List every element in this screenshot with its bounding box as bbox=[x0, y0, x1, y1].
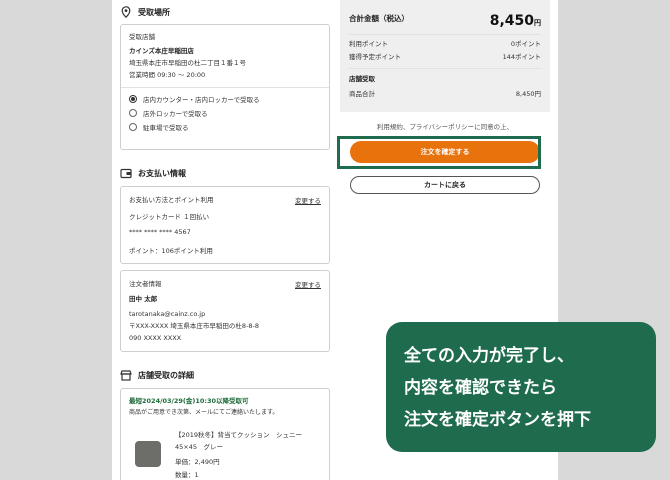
orderer-box: 注文者情報 変更する 田中 太郎 tarotanaka@cainz.co.jp … bbox=[120, 270, 330, 352]
radio-icon[interactable] bbox=[129, 123, 137, 131]
orderer-phone: 090 XXXX XXXX bbox=[129, 334, 182, 342]
store-hours: 営業時間 09:30 ～ 20:00 bbox=[129, 71, 206, 79]
pickup-option-label: 店内カウンター・店内ロッカーで受取る bbox=[143, 96, 260, 104]
product-thumbnail[interactable] bbox=[135, 441, 161, 467]
orderer-name: 田中 太郎 bbox=[129, 295, 158, 303]
pickup-section-header: 受取場所 bbox=[120, 0, 330, 24]
total-unit: 円 bbox=[534, 18, 541, 27]
subtotal-label: 商品合計 bbox=[349, 90, 375, 98]
store-pickup-section-title: 店舗受取の詳細 bbox=[138, 370, 194, 380]
payment-box: お支払い方法とポイント利用 変更する クレジットカード １回払い **** **… bbox=[120, 186, 330, 264]
pickup-section-title: 受取場所 bbox=[138, 7, 170, 17]
payment-change-link[interactable]: 変更する bbox=[295, 195, 321, 205]
pickup-option-parking[interactable]: 駐車場で受取る bbox=[129, 120, 321, 134]
store-address: 埼玉県本庄市早稲田の杜二丁目１番１号 bbox=[129, 59, 246, 67]
store-name: カインズ本庄早稲田店 bbox=[129, 47, 194, 55]
payment-section-title: お支払い情報 bbox=[138, 168, 186, 178]
used-points-label: 利用ポイント bbox=[349, 40, 388, 48]
instruction-callout: 全ての入力が完了し、 内容を確認できたら 注文を確定ボタンを押下 bbox=[386, 322, 656, 452]
callout-line-3: 注文を確定ボタンを押下 bbox=[404, 410, 591, 430]
callout-line-2: 内容を確認できたら bbox=[404, 378, 557, 398]
radio-icon[interactable] bbox=[129, 109, 137, 117]
pickup-notice: 商品がご用意でき次第、メールにてご連絡いたします。 bbox=[129, 409, 279, 416]
radio-selected-icon[interactable] bbox=[129, 95, 137, 103]
payment-section-header: お支払い情報 bbox=[120, 160, 330, 186]
used-points-value: 0ポイント bbox=[510, 40, 541, 48]
earned-points-label: 獲得予定ポイント bbox=[349, 53, 401, 61]
pickup-option-counter[interactable]: 店内カウンター・店内ロッカーで受取る bbox=[129, 92, 321, 106]
orderer-heading: 注文者情報 bbox=[129, 280, 162, 288]
earliest-pickup: 最短2024/03/29(金)10:30以降受取可 bbox=[129, 397, 249, 405]
orderer-change-link[interactable]: 変更する bbox=[295, 279, 321, 289]
store-pickup-section-header: 店舗受取の詳細 bbox=[120, 362, 330, 388]
left-column: 受取場所 受取店舗 カインズ本庄早稲田店 埼玉県本庄市早稲田の杜二丁目１番１号 … bbox=[120, 0, 330, 480]
payment-method: クレジットカード １回払い bbox=[129, 213, 210, 221]
confirm-button-highlight-frame bbox=[337, 136, 541, 169]
card-number: **** **** **** 4567 bbox=[129, 228, 191, 236]
total-label: 合計金額（税込） bbox=[349, 14, 409, 23]
orderer-address: 〒XXX-XXXX 埼玉県本庄市早稲田の杜8-8-8 bbox=[129, 322, 260, 330]
pickup-option-label: 店外ロッカーで受取る bbox=[143, 110, 208, 118]
location-pin-icon bbox=[120, 6, 132, 18]
wallet-icon bbox=[120, 167, 132, 179]
total-value: 8,450 bbox=[489, 12, 534, 29]
product-quantity: 数量：1 bbox=[175, 471, 199, 479]
product-name: 【2019秋冬】背当てクッション シュニー bbox=[175, 431, 303, 439]
product-variant: 45×45 グレー bbox=[175, 443, 223, 451]
store-label: 受取店舗 bbox=[129, 33, 155, 41]
earned-points-value: 144ポイント bbox=[502, 53, 541, 61]
order-summary: 合計金額（税込） 8,450円 利用ポイント 0ポイント 獲得予定ポイント 14… bbox=[340, 0, 550, 112]
callout-line-1: 全ての入力が完了し、 bbox=[404, 346, 574, 366]
subtotal-value: 8,450円 bbox=[515, 90, 541, 98]
store-pickup-box: 最短2024/03/29(金)10:30以降受取可 商品がご用意でき次第、メール… bbox=[120, 388, 330, 480]
right-column: 合計金額（税込） 8,450円 利用ポイント 0ポイント 獲得予定ポイント 14… bbox=[340, 0, 550, 194]
product-unit-price: 単価：2,490円 bbox=[175, 458, 220, 466]
orderer-email: tarotanaka@cainz.co.jp bbox=[129, 310, 206, 318]
points-used: ポイント：106ポイント利用 bbox=[129, 247, 213, 255]
pickup-summary-heading: 店舗受取 bbox=[349, 75, 375, 83]
pickup-option-outdoor-locker[interactable]: 店外ロッカーで受取る bbox=[129, 106, 321, 120]
store-icon bbox=[120, 369, 132, 381]
payment-method-heading: お支払い方法とポイント利用 bbox=[129, 196, 214, 204]
total-amount: 8,450円 bbox=[490, 10, 541, 29]
pickup-box: 受取店舗 カインズ本庄早稲田店 埼玉県本庄市早稲田の杜二丁目１番１号 営業時間 … bbox=[120, 24, 330, 150]
back-to-cart-button[interactable]: カートに戻る bbox=[350, 176, 540, 194]
pickup-option-label: 駐車場で受取る bbox=[143, 124, 189, 132]
agreement-text: 利用規約、プライバシーポリシーに同意の上、 bbox=[376, 123, 514, 131]
